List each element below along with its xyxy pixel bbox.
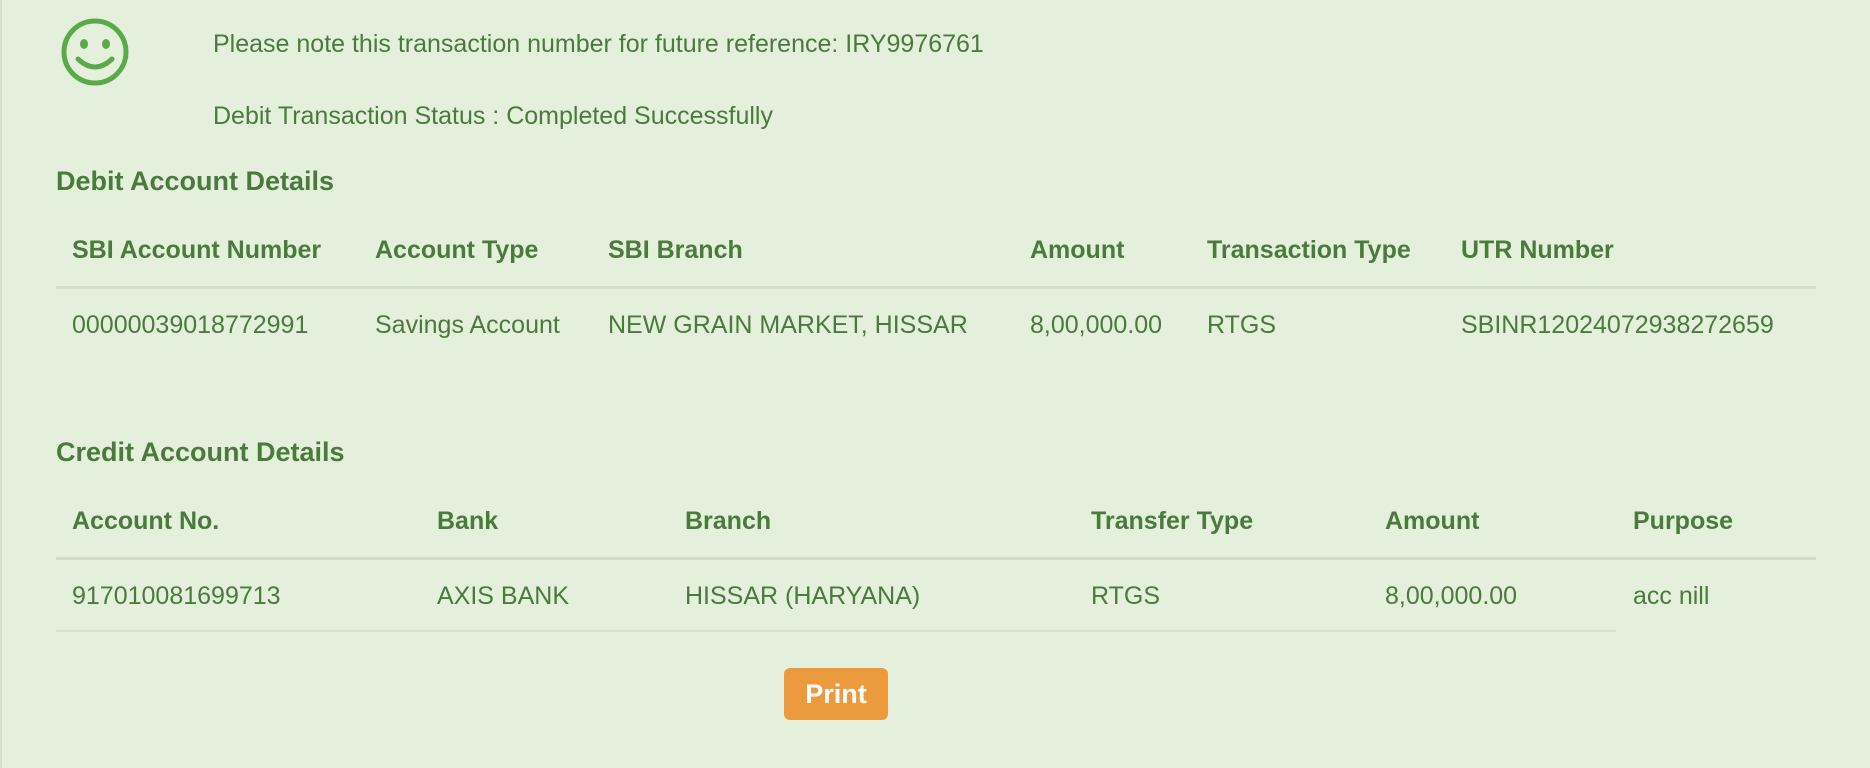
- credit-section-title: Credit Account Details: [56, 437, 345, 467]
- credit-purpose: acc nill: [1633, 582, 1710, 610]
- header-credit-amount: Amount: [1385, 507, 1480, 535]
- credit-account-number: 917010081699713: [72, 582, 281, 610]
- header-branch: Branch: [685, 507, 772, 535]
- credit-bank: AXIS BANK: [437, 582, 569, 610]
- debit-sbi-branch: NEW GRAIN MARKET, HISSAR: [608, 311, 968, 339]
- credit-transfer-type: RTGS: [1091, 582, 1160, 610]
- smiley-icon: [61, 18, 129, 86]
- header-utr-number: UTR Number: [1461, 236, 1614, 264]
- header-transaction-type: Transaction Type: [1207, 236, 1411, 264]
- transaction-reference-message: Please note this transaction number for …: [213, 30, 984, 58]
- credit-row-divider: [56, 630, 1616, 632]
- debit-amount: 8,00,000.00: [1030, 311, 1163, 339]
- credit-header-divider: [56, 557, 1816, 560]
- header-sbi-account-number: SBI Account Number: [72, 236, 322, 264]
- header-amount: Amount: [1030, 236, 1125, 264]
- header-account-no: Account No.: [72, 507, 220, 535]
- header-bank: Bank: [437, 507, 499, 535]
- header-account-type: Account Type: [375, 236, 539, 264]
- debit-utr-number: SBINR12024072938272659: [1461, 311, 1774, 339]
- left-border: [0, 0, 2, 768]
- header-transfer-type: Transfer Type: [1091, 507, 1254, 535]
- debit-account-type: Savings Account: [375, 311, 560, 339]
- debit-section-title: Debit Account Details: [56, 166, 335, 196]
- print-button[interactable]: Print: [784, 668, 888, 720]
- header-sbi-branch: SBI Branch: [608, 236, 743, 264]
- debit-account-number: 00000039018772991: [72, 311, 309, 339]
- credit-amount: 8,00,000.00: [1385, 582, 1518, 610]
- credit-branch: HISSAR (HARYANA): [685, 582, 921, 610]
- debit-header-divider: [56, 286, 1816, 289]
- debit-transaction-type: RTGS: [1207, 311, 1276, 339]
- header-purpose: Purpose: [1633, 507, 1734, 535]
- transaction-status-message: Debit Transaction Status : Completed Suc…: [213, 102, 773, 130]
